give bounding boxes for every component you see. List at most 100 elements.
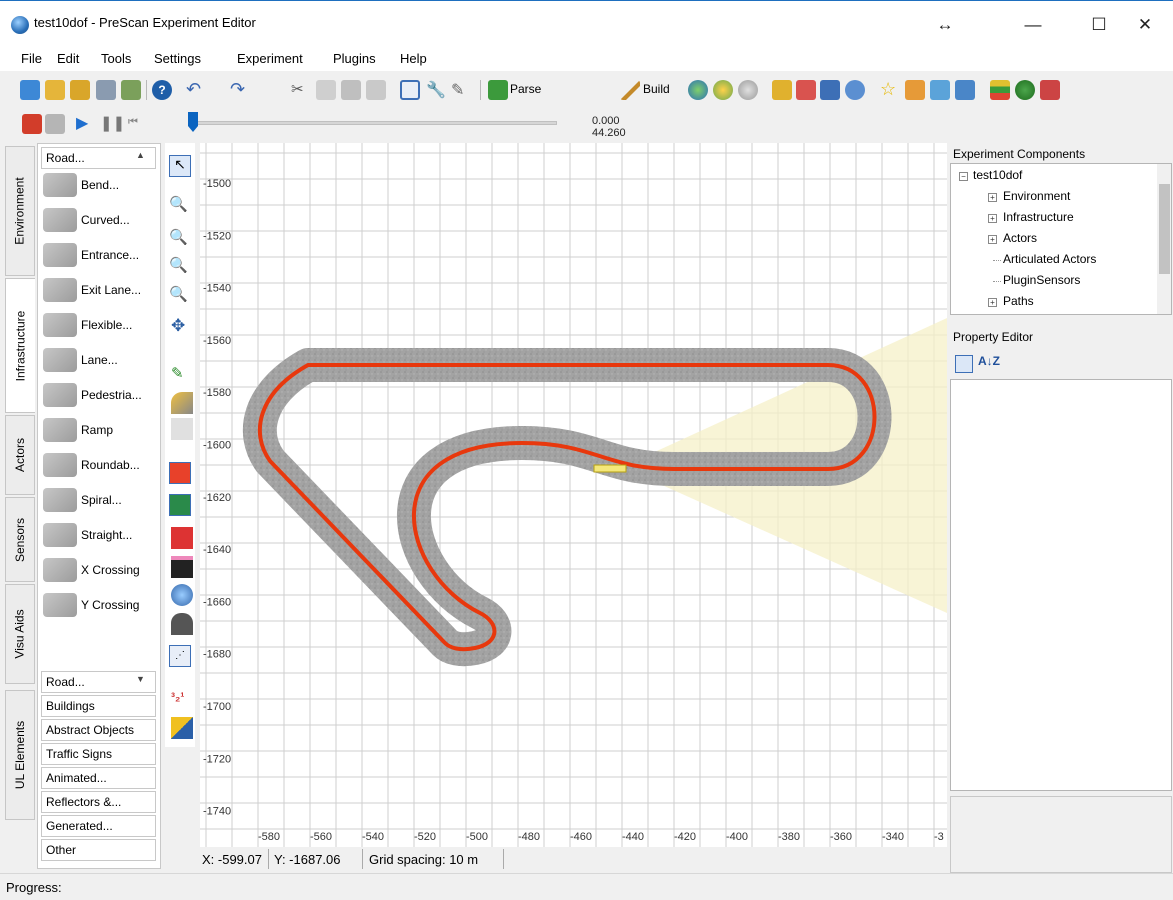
palette-item[interactable]: Entrance... bbox=[37, 237, 161, 273]
parse-icon[interactable] bbox=[488, 80, 508, 100]
expand-icon[interactable]: + bbox=[988, 193, 997, 202]
palette-item[interactable]: Y Crossing bbox=[37, 587, 161, 623]
palette-item[interactable]: Curved... bbox=[37, 202, 161, 238]
zoom-window-icon[interactable]: 🔍 bbox=[169, 285, 191, 307]
build-icon[interactable] bbox=[620, 80, 640, 100]
open-recent-icon[interactable] bbox=[70, 80, 90, 100]
build-button[interactable]: Build bbox=[643, 82, 670, 96]
palette-item[interactable]: Roundab... bbox=[37, 447, 161, 483]
parse-button[interactable]: Parse bbox=[510, 82, 541, 96]
minimize-button[interactable]: — bbox=[1010, 10, 1056, 40]
network-icon[interactable] bbox=[930, 80, 950, 100]
palette-item[interactable]: Straight... bbox=[37, 517, 161, 553]
menu-edit[interactable]: Edit bbox=[57, 51, 79, 66]
category-buildings[interactable]: Buildings bbox=[41, 695, 156, 717]
select-all-icon[interactable] bbox=[400, 80, 420, 100]
pause-icon[interactable]: ❚❚ bbox=[100, 114, 125, 132]
category-traffic-signs[interactable]: Traffic Signs bbox=[41, 743, 156, 765]
paste-icon[interactable] bbox=[341, 80, 361, 100]
menu-plugins[interactable]: Plugins bbox=[333, 51, 376, 66]
menu-tools[interactable]: Tools bbox=[101, 51, 131, 66]
globe-disabled-icon[interactable] bbox=[738, 80, 758, 100]
categorized-view-icon[interactable] bbox=[955, 355, 973, 373]
zoom-in-icon[interactable]: 🔍 bbox=[169, 228, 191, 250]
tab-infrastructure[interactable]: Infrastructure bbox=[5, 278, 35, 413]
menu-settings[interactable]: Settings bbox=[154, 51, 201, 66]
tree-item[interactable]: Environment bbox=[1003, 189, 1070, 203]
tab-ul-elements[interactable]: UL Elements bbox=[5, 690, 35, 820]
maximize-button[interactable]: ☐ bbox=[1076, 10, 1122, 40]
dropdown-arrow-icon[interactable]: ▼ bbox=[136, 674, 145, 684]
open-folder-icon[interactable] bbox=[45, 80, 65, 100]
alphabetical-sort-icon[interactable]: A↓Z bbox=[978, 354, 1000, 368]
tree-item[interactable]: Articulated Actors bbox=[1003, 252, 1096, 266]
expand-icon[interactable]: + bbox=[988, 214, 997, 223]
palette-item[interactable]: Lane... bbox=[37, 342, 161, 378]
path-tool-icon[interactable] bbox=[796, 80, 816, 100]
time-slider[interactable] bbox=[195, 121, 557, 125]
scenery-icon[interactable] bbox=[905, 80, 925, 100]
zoom-icon[interactable]: 🔍 bbox=[169, 195, 191, 217]
palette-item[interactable]: X Crossing bbox=[37, 552, 161, 588]
collapse-icon[interactable]: − bbox=[959, 172, 968, 181]
lidar-sensor-icon[interactable] bbox=[171, 527, 193, 549]
palette-item[interactable]: Spiral... bbox=[37, 482, 161, 518]
edit-pencil-icon[interactable]: ✎ bbox=[451, 80, 471, 100]
category-other[interactable]: Other bbox=[41, 839, 156, 861]
time-slider-thumb[interactable] bbox=[188, 112, 198, 132]
palette-item[interactable]: Pedestria... bbox=[37, 377, 161, 413]
cut-icon[interactable]: ✂ bbox=[291, 80, 311, 100]
grid-view-icon[interactable] bbox=[820, 80, 840, 100]
tab-environment[interactable]: Environment bbox=[5, 146, 35, 276]
palette-item[interactable]: Bend... bbox=[37, 167, 161, 203]
play-icon[interactable]: ▶ bbox=[76, 113, 88, 133]
redo-icon[interactable]: ↷ bbox=[230, 80, 250, 100]
tree-item[interactable]: Infrastructure bbox=[1003, 210, 1074, 224]
tree-item[interactable]: Actors bbox=[1003, 231, 1037, 245]
tunnel-icon[interactable] bbox=[171, 613, 193, 635]
radar-sensor-icon[interactable] bbox=[169, 494, 191, 516]
new-experiment-icon[interactable] bbox=[20, 80, 40, 100]
help-icon[interactable]: ? bbox=[152, 80, 172, 100]
tree-root[interactable]: test10dof bbox=[973, 168, 1022, 182]
copy-icon[interactable] bbox=[316, 80, 336, 100]
road-wizard-icon[interactable] bbox=[772, 80, 792, 100]
globe-run-icon[interactable] bbox=[713, 80, 733, 100]
save-as-icon[interactable] bbox=[121, 80, 141, 100]
map-canvas[interactable]: -1500 -1520 -1540 -1560 -1580 -1600 -1620 -1640… bbox=[200, 143, 947, 847]
tab-actors[interactable]: Actors bbox=[5, 415, 35, 495]
undo-icon[interactable]: ↶ bbox=[186, 80, 206, 100]
camera-sensor-icon[interactable] bbox=[169, 462, 191, 484]
menu-file[interactable]: File bbox=[21, 51, 42, 66]
scroll-up-icon[interactable]: ▲ bbox=[136, 150, 145, 160]
save-icon[interactable] bbox=[96, 80, 116, 100]
globe-view-icon[interactable] bbox=[688, 80, 708, 100]
map-svg[interactable]: -1500 -1520 -1540 -1560 -1580 -1600 -1620 -1640… bbox=[200, 143, 947, 847]
category-abstract-objects[interactable]: Abstract Objects bbox=[41, 719, 156, 741]
experiment-components-tree[interactable]: − test10dof + Environment + Infrastructure +… bbox=[950, 163, 1172, 315]
palette-item[interactable]: Flexible... bbox=[37, 307, 161, 343]
label-icon[interactable] bbox=[171, 717, 193, 739]
tree-scrollbar-thumb[interactable] bbox=[1159, 184, 1170, 274]
vehicle-icon[interactable] bbox=[1040, 80, 1060, 100]
viewer-icon[interactable] bbox=[845, 80, 865, 100]
numbering-icon[interactable]: ³₂¹ bbox=[171, 690, 193, 712]
settings-wrench-icon[interactable]: 🔧 bbox=[426, 80, 446, 100]
curve-path-icon[interactable] bbox=[171, 392, 193, 414]
palette-item[interactable]: Exit Lane... bbox=[37, 272, 161, 308]
tab-visu-aids[interactable]: Visu Aids bbox=[5, 584, 35, 684]
tab-sensors[interactable]: Sensors bbox=[5, 497, 35, 582]
report-icon[interactable] bbox=[955, 80, 975, 100]
pattern-icon[interactable] bbox=[171, 556, 193, 578]
paste-special-icon[interactable] bbox=[366, 80, 386, 100]
category-animated[interactable]: Animated... bbox=[41, 767, 156, 789]
property-grid[interactable] bbox=[950, 379, 1172, 791]
draw-path-icon[interactable]: ✎ bbox=[171, 364, 193, 386]
palette-item[interactable]: Ramp bbox=[37, 412, 161, 448]
category-generated[interactable]: Generated... bbox=[41, 815, 156, 837]
pan-icon[interactable]: ✥ bbox=[171, 316, 193, 338]
zoom-out-icon[interactable]: 🔍 bbox=[169, 256, 191, 278]
stop-record-icon[interactable] bbox=[45, 114, 65, 134]
record-icon[interactable] bbox=[22, 114, 42, 134]
layers-icon[interactable] bbox=[990, 80, 1010, 100]
